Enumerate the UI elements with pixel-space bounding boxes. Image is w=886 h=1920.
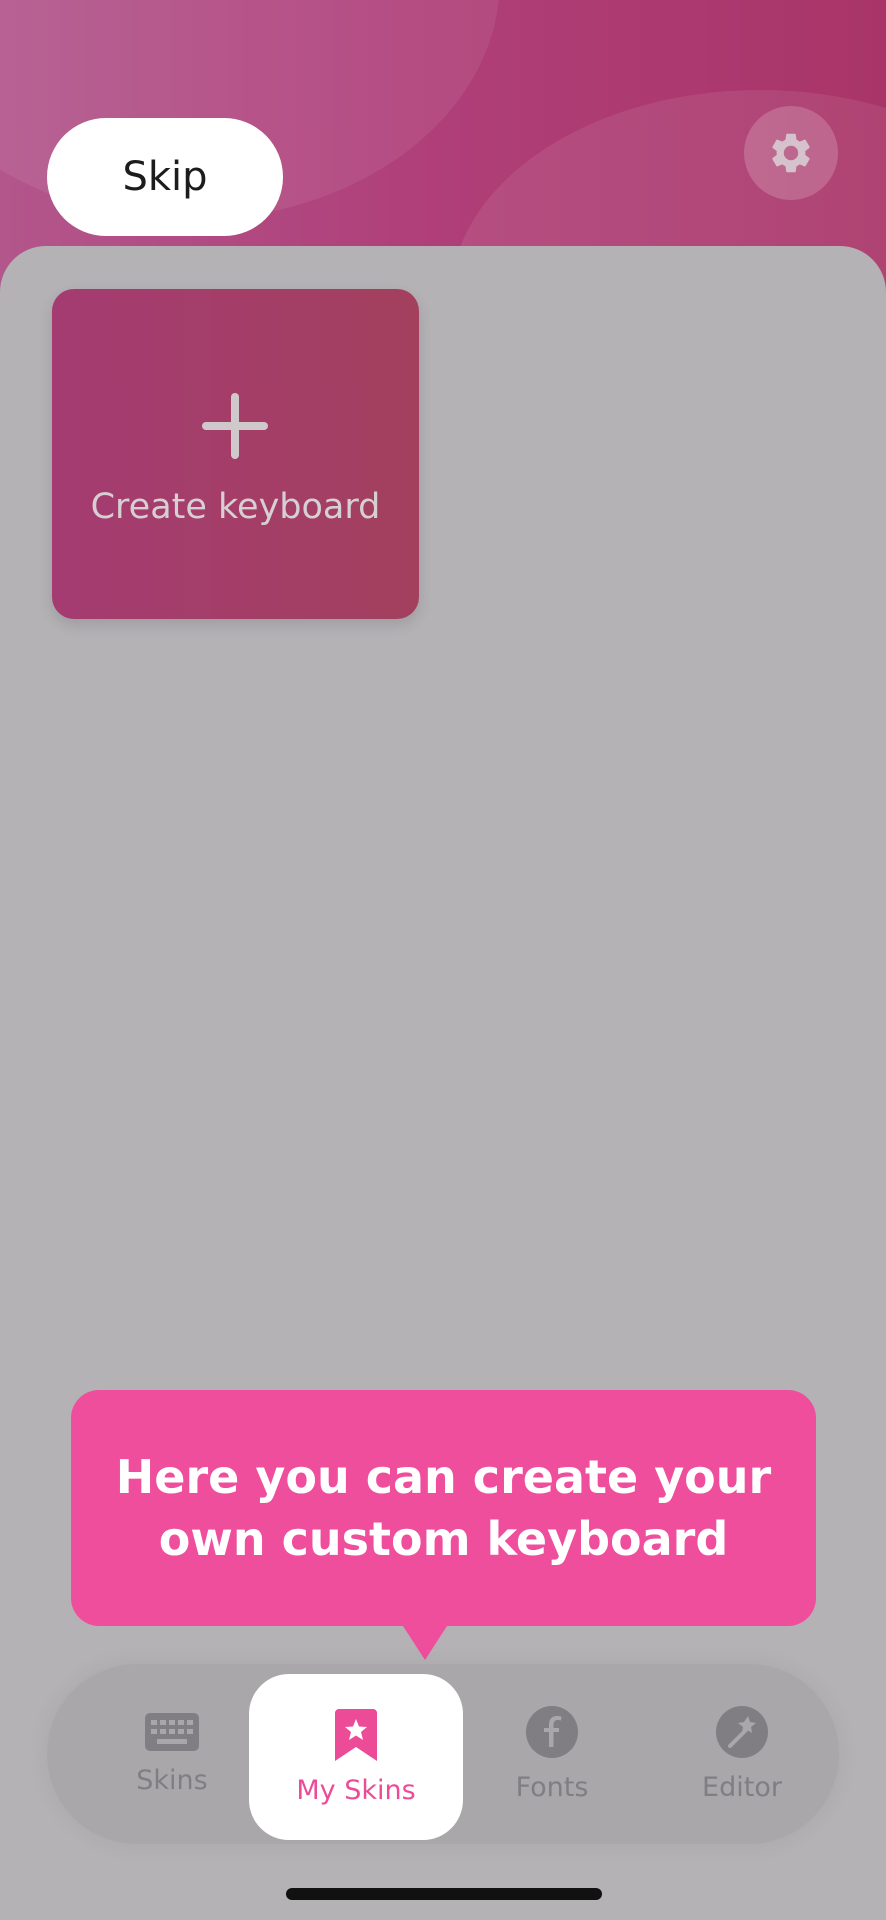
tab-fonts[interactable]: Fonts (467, 1664, 637, 1844)
skip-button[interactable]: Skip (47, 118, 283, 236)
settings-button[interactable] (744, 106, 838, 200)
home-indicator (286, 1888, 602, 1900)
tooltip-text: Here you can create your own custom keyb… (115, 1450, 772, 1566)
tab-editor-label: Editor (702, 1771, 782, 1803)
create-keyboard-card[interactable]: Create keyboard (52, 289, 419, 619)
tab-bar: Skins My Skins Fonts Editor (47, 1664, 839, 1844)
magic-wand-icon (716, 1705, 768, 1758)
tab-my-skins-label: My Skins (296, 1774, 416, 1806)
font-icon (526, 1705, 578, 1758)
plus-icon (202, 393, 268, 459)
tab-my-skins[interactable]: My Skins (249, 1674, 463, 1840)
tooltip-arrow (403, 1626, 447, 1660)
tab-editor[interactable]: Editor (657, 1664, 827, 1844)
tab-skins-label: Skins (136, 1764, 208, 1796)
keyboard-icon (145, 1712, 199, 1751)
create-keyboard-label: Create keyboard (90, 487, 381, 527)
tab-skins[interactable]: Skins (87, 1664, 257, 1844)
gear-icon (772, 133, 810, 173)
bookmark-star-icon (335, 1708, 377, 1761)
onboarding-tooltip: Here you can create your own custom keyb… (71, 1390, 816, 1660)
tab-fonts-label: Fonts (515, 1771, 589, 1803)
